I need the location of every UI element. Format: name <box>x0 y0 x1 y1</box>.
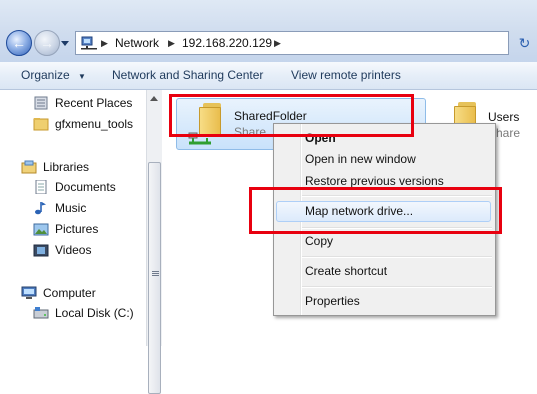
breadcrumb-network[interactable]: Network <box>115 32 159 54</box>
back-arrow-icon: ← <box>12 35 26 51</box>
local-disk-icon <box>33 306 49 319</box>
forward-arrow-icon: → <box>40 35 54 51</box>
folder-icon <box>33 117 49 131</box>
nav-label: Documents <box>55 180 116 194</box>
nav-label: gfxmenu_tools <box>55 117 134 131</box>
nav-item-music[interactable]: Music <box>33 198 86 218</box>
scroll-up-icon[interactable] <box>150 96 158 101</box>
breadcrumb-ip[interactable]: 192.168.220.129 <box>182 32 272 54</box>
breadcrumb-separator[interactable]: ▶ <box>168 32 175 54</box>
pictures-icon <box>33 223 49 236</box>
refresh-icon: ↻ <box>518 35 531 51</box>
nav-label: Computer <box>43 286 96 300</box>
nav-item-documents[interactable]: Documents <box>33 177 116 197</box>
refresh-button[interactable]: ↻ <box>512 31 537 55</box>
grip-icon <box>152 271 159 277</box>
nav-item-pictures[interactable]: Pictures <box>33 219 98 239</box>
organize-label: Organize <box>21 68 70 82</box>
libraries-icon <box>21 160 37 174</box>
command-bar: Organize ▼ Network and Sharing Center Vi… <box>0 62 537 90</box>
documents-icon <box>35 179 47 194</box>
nav-pane-scrollbar[interactable] <box>146 90 162 394</box>
nav-label: Libraries <box>43 160 90 174</box>
nav-label: Videos <box>55 243 92 257</box>
organize-menu[interactable]: Organize ▼ <box>21 62 86 89</box>
address-bar-area: ← → ▶ Network ▶ 192.168.220.129 ▶ ↻ <box>0 0 537 62</box>
nav-label: Local Disk (C:) <box>55 306 134 320</box>
nav-label: Recent Places <box>55 96 133 110</box>
scrollbar-thumb[interactable] <box>148 162 161 394</box>
chevron-down-icon: ▼ <box>78 72 86 81</box>
menu-item-open-new-window[interactable]: Open in new window <box>305 149 416 169</box>
highlight-box-map-network-drive <box>249 187 502 234</box>
forward-button[interactable]: → <box>34 30 60 56</box>
nav-item-videos[interactable]: Videos <box>33 240 91 260</box>
nav-item-recent-places[interactable]: Recent Places <box>33 93 132 113</box>
recent-pages-dropdown-icon[interactable] <box>61 41 69 46</box>
recent-places-icon <box>34 96 48 110</box>
videos-icon <box>33 244 49 257</box>
menu-separator <box>302 286 492 288</box>
menu-item-copy[interactable]: Copy <box>305 231 333 251</box>
network-sharing-center-button[interactable]: Network and Sharing Center <box>112 62 263 89</box>
view-remote-printers-button[interactable]: View remote printers <box>291 62 401 89</box>
menu-separator <box>302 256 492 258</box>
menu-item-create-shortcut[interactable]: Create shortcut <box>305 261 387 281</box>
address-field[interactable]: ▶ Network ▶ 192.168.220.129 ▶ <box>75 31 509 55</box>
highlight-box-shared-folder <box>169 94 414 137</box>
users-folder-name: Users <box>488 110 520 124</box>
breadcrumb-separator[interactable]: ▶ <box>101 32 108 54</box>
network-icon <box>81 36 97 50</box>
music-icon <box>35 201 46 215</box>
back-button[interactable]: ← <box>6 30 32 56</box>
nav-item-gfxmenu-tools[interactable]: gfxmenu_tools <box>33 114 133 134</box>
nav-label: Music <box>55 201 87 215</box>
computer-icon <box>21 286 37 299</box>
menu-item-properties[interactable]: Properties <box>305 291 360 311</box>
nav-item-libraries[interactable]: Libraries <box>21 157 89 177</box>
nav-item-computer[interactable]: Computer <box>21 283 96 303</box>
breadcrumb-separator[interactable]: ▶ <box>274 32 281 54</box>
nav-label: Pictures <box>55 222 99 236</box>
navigation-pane: Recent Places gfxmenu_tools Libraries Do… <box>0 90 146 346</box>
nav-item-local-disk[interactable]: Local Disk (C:) <box>33 303 134 323</box>
